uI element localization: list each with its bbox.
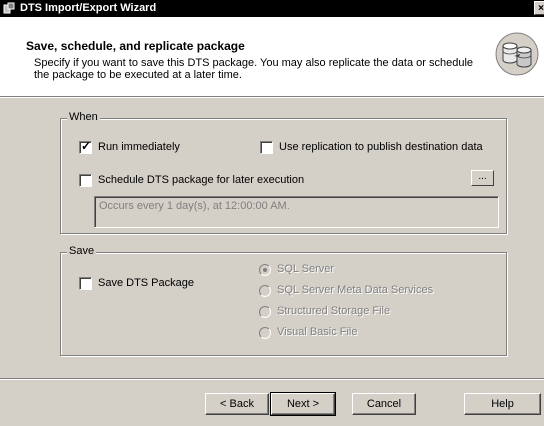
wizard-app-icon <box>3 2 15 14</box>
schedule-ellipsis-button[interactable]: ... <box>471 170 494 186</box>
when-group: When Run immediately Use replication to … <box>60 111 507 234</box>
use-replication-checkbox[interactable] <box>260 141 273 154</box>
page-description: Specify if you want to save this DTS pac… <box>34 57 474 81</box>
schedule-package-checkbox[interactable] <box>79 174 92 187</box>
wizard-header: Save, schedule, and replicate package Sp… <box>0 17 544 96</box>
radio-sql-server[interactable] <box>259 264 271 276</box>
window-title: DTS Import/Export Wizard <box>20 2 157 14</box>
wizard-body: When Run immediately Use replication to … <box>0 98 544 426</box>
close-button[interactable]: × <box>534 1 544 15</box>
page-title: Save, schedule, and replicate package <box>26 39 245 53</box>
radio-structured-storage-file[interactable] <box>259 306 271 318</box>
close-icon: × <box>538 3 544 14</box>
back-button[interactable]: < Back <box>205 393 269 415</box>
schedule-description-field: Occurs every 1 day(s), at 12:00:00 AM. <box>94 196 499 228</box>
run-immediately-label: Run immediately <box>98 141 180 153</box>
run-immediately-checkbox[interactable] <box>79 139 92 154</box>
radio-meta-data-services[interactable] <box>259 285 271 297</box>
database-cylinders-icon <box>495 32 539 76</box>
ellipsis-icon: ... <box>478 171 487 182</box>
title-bar: DTS Import/Export Wizard × <box>0 0 544 17</box>
radio-sql-server-label: SQL Server <box>277 263 335 275</box>
save-package-checkbox[interactable] <box>79 277 92 290</box>
schedule-package-label: Schedule DTS package for later execution <box>98 174 305 186</box>
save-group: Save Save DTS Package SQL Server SQL Ser… <box>60 245 507 356</box>
radio-structured-storage-file-label: Structured Storage File <box>277 305 391 317</box>
help-button[interactable]: Help <box>464 393 541 415</box>
radio-visual-basic-file-label: Visual Basic File <box>277 326 358 338</box>
radio-meta-data-services-label: SQL Server Meta Data Services <box>277 284 434 296</box>
radio-visual-basic-file[interactable] <box>259 327 271 339</box>
when-legend: When <box>67 111 100 123</box>
next-button[interactable]: Next > <box>270 392 336 416</box>
save-legend: Save <box>67 245 97 257</box>
cancel-button[interactable]: Cancel <box>352 393 416 415</box>
use-replication-label: Use replication to publish destination d… <box>279 141 483 153</box>
save-package-label: Save DTS Package <box>98 277 194 289</box>
